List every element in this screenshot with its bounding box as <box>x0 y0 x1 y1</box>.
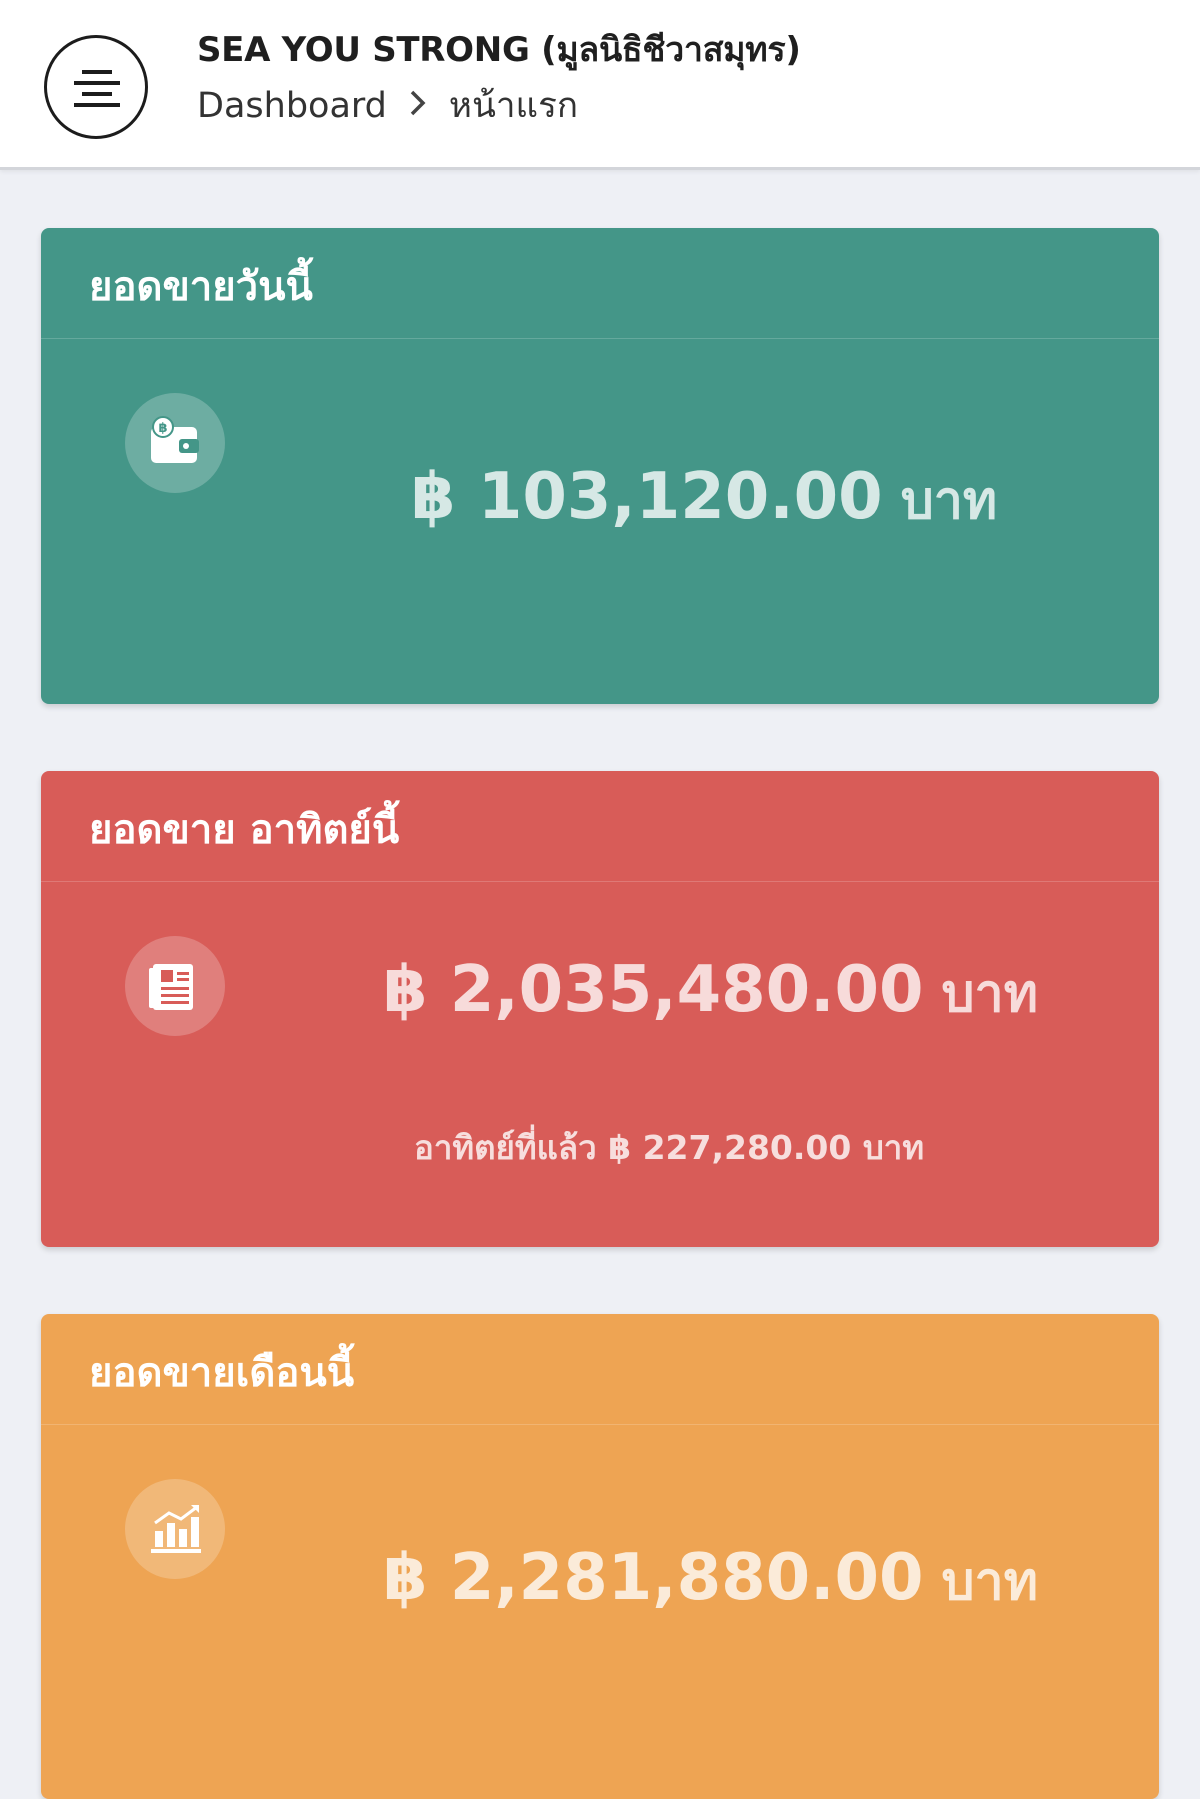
breadcrumb-item-home: หน้าแรก <box>448 86 579 126</box>
sales-month-card: ยอดขายเดือนนี้ ฿ 2,281,880.00 บาท <box>41 1314 1159 1799</box>
amount-number: ฿ 103,120.00 <box>411 460 883 534</box>
amount-unit: บาท <box>941 964 1039 1024</box>
breadcrumb-item-dashboard[interactable]: Dashboard <box>197 86 387 126</box>
chart-icon <box>151 1505 201 1553</box>
amount-number: ฿ 2,281,880.00 <box>383 1541 924 1615</box>
sales-week-card: ยอดขาย อาทิตย์นี้ ฿ 2,035,480.00 บาท อาท… <box>41 771 1159 1247</box>
amount-unit: บาท <box>941 1552 1039 1612</box>
amount-number: ฿ 2,035,480.00 <box>383 953 924 1027</box>
card-header: ยอดขาย อาทิตย์นี้ <box>41 771 1159 882</box>
app-title: SEA YOU STRONG (มูลนิธิชีวาสมุทร) <box>197 30 801 70</box>
last-week-amount: อาทิตย์ที่แล้ว ฿ 227,280.00 บาท <box>414 1128 925 1167</box>
sales-today-card: ยอดขายวันนี้ ฿ ฿ 103,120.00 บาท <box>41 228 1159 704</box>
svg-text:฿: ฿ <box>158 421 167 436</box>
amount-value: ฿ 2,281,880.00 บาท <box>383 1539 1038 1622</box>
card-title: ยอดขาย อาทิตย์นี้ <box>89 807 400 853</box>
wallet-icon-badge: ฿ <box>125 393 225 493</box>
breadcrumb: Dashboard หน้าแรก <box>197 78 578 133</box>
menu-button[interactable] <box>44 35 148 139</box>
amount-unit: บาท <box>900 471 998 531</box>
menu-icon <box>74 70 120 107</box>
top-bar: SEA YOU STRONG (มูลนิธิชีวาสมุทร) Dashbo… <box>0 0 1200 170</box>
document-icon-badge <box>125 936 225 1036</box>
amount-value: ฿ 103,120.00 บาท <box>411 458 997 541</box>
card-title: ยอดขายเดือนนี้ <box>89 1350 355 1396</box>
chart-icon-badge <box>125 1479 225 1579</box>
amount-value: ฿ 2,035,480.00 บาท <box>383 951 1038 1034</box>
card-header: ยอดขายวันนี้ <box>41 228 1159 339</box>
chevron-right-icon <box>409 86 427 126</box>
card-header: ยอดขายเดือนนี้ <box>41 1314 1159 1425</box>
wallet-icon: ฿ <box>151 416 199 463</box>
card-title: ยอดขายวันนี้ <box>89 264 313 310</box>
document-icon <box>149 964 193 1010</box>
